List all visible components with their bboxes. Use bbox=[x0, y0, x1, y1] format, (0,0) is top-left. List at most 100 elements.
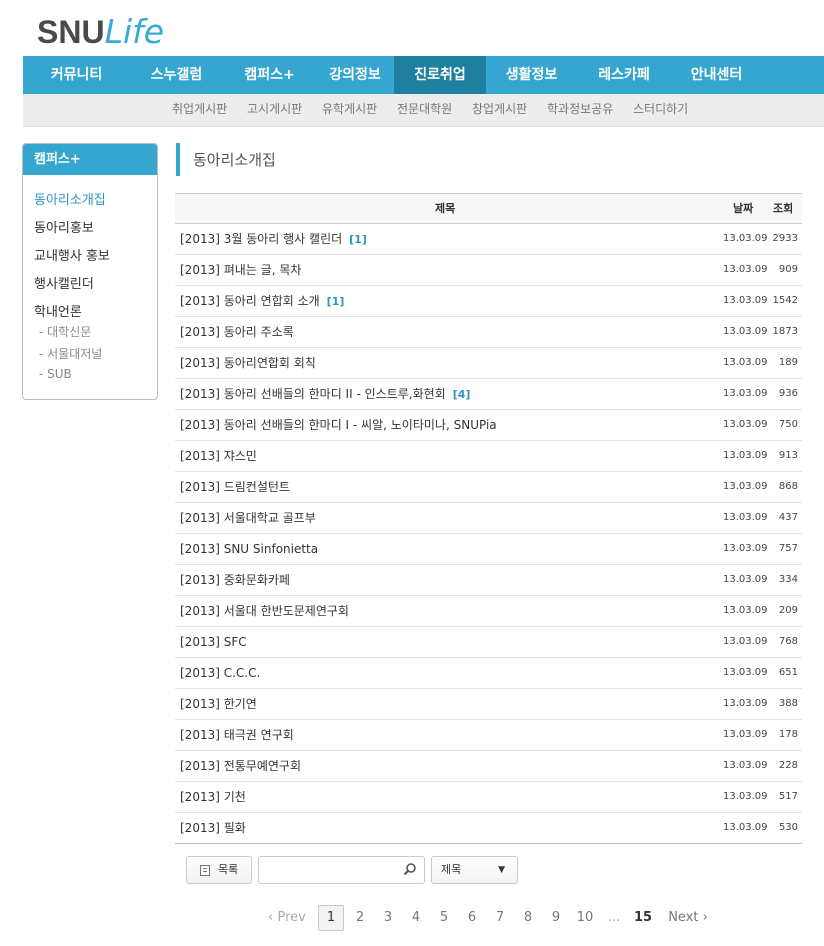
table-row[interactable]: [2013] 동아리 선배들의 한마디 I - 씨알, 노이타미나, SNUPi… bbox=[175, 410, 802, 441]
table-row[interactable]: [2013] 쟈스민 13.03.09 913 bbox=[175, 441, 802, 472]
nav-help-center[interactable]: 안내센터 bbox=[671, 56, 762, 94]
sidebar-item-event-promo[interactable]: 교내행사 홍보 bbox=[34, 245, 110, 264]
search-icon[interactable] bbox=[403, 862, 417, 876]
pager-page-7[interactable]: 7 bbox=[491, 905, 509, 931]
pager-next[interactable]: Next › bbox=[668, 905, 708, 931]
row-views: 189 bbox=[778, 357, 798, 368]
row-subject-text: [2013] 중화문화카페 bbox=[180, 573, 290, 587]
sidebar-item-event-calendar[interactable]: 행사캘린더 bbox=[34, 273, 94, 292]
nav-cafe[interactable]: 레스카페 bbox=[577, 56, 671, 94]
table-row[interactable]: [2013] 중화문화카페 13.03.09 334 bbox=[175, 565, 802, 596]
pager-page-5[interactable]: 5 bbox=[435, 905, 453, 931]
pagination: ‹ Prev 1 2 3 4 5 6 7 8 9 10 ... 15 Next … bbox=[0, 905, 824, 931]
table-row[interactable]: [2013] 드림컨설턴트 13.03.09 868 bbox=[175, 472, 802, 503]
table-row[interactable]: [2013] 필화 13.03.09 530 bbox=[175, 813, 802, 844]
row-subject[interactable]: [2013] 동아리 선배들의 한마디 I - 씨알, 노이타미나, SNUPi… bbox=[180, 410, 497, 440]
site-logo[interactable]: SNULife bbox=[37, 14, 164, 50]
nav-community[interactable]: 커뮤니티 bbox=[23, 56, 130, 94]
row-subject[interactable]: [2013] 서울대학교 골프부 bbox=[180, 503, 316, 533]
nav-gallery[interactable]: 스누갤럼 bbox=[130, 56, 223, 94]
table-row[interactable]: [2013] 태극권 연구회 13.03.09 178 bbox=[175, 720, 802, 751]
row-date: 13.03.09 bbox=[723, 636, 768, 647]
row-subject[interactable]: [2013] 펴내는 글, 목차 bbox=[180, 255, 301, 285]
row-subject[interactable]: [2013] 전통무예연구회 bbox=[180, 751, 301, 781]
pager-page-1[interactable]: 1 bbox=[318, 905, 344, 931]
subnav-grad-school[interactable]: 전문대학원 bbox=[397, 94, 452, 127]
table-row[interactable]: [2013] 동아리 주소록 13.03.09 1873 bbox=[175, 317, 802, 348]
nav-life-info[interactable]: 생활정보 bbox=[486, 56, 577, 94]
table-row[interactable]: [2013] 동아리 선배들의 한마디 II - 인스트루,화현회 [4] 13.0… bbox=[175, 379, 802, 410]
row-subject[interactable]: [2013] 3월 동아리 행사 캘린더 [1] bbox=[180, 224, 367, 255]
comment-count[interactable]: [4] bbox=[453, 388, 471, 401]
search-field-select[interactable]: 제목 ▼ bbox=[431, 856, 518, 884]
subnav-jobs[interactable]: 취업게시판 bbox=[172, 94, 227, 127]
table-row[interactable]: [2013] 서울대 한반도문제연구회 13.03.09 209 bbox=[175, 596, 802, 627]
row-subject[interactable]: [2013] 쟈스민 bbox=[180, 441, 257, 471]
row-subject[interactable]: [2013] 서울대 한반도문제연구회 bbox=[180, 596, 349, 626]
list-button[interactable]: 목록 bbox=[186, 856, 252, 884]
chevron-down-icon: ▼ bbox=[498, 865, 505, 875]
table-row[interactable]: [2013] 기천 13.03.09 517 bbox=[175, 782, 802, 813]
row-subject[interactable]: [2013] 동아리 주소록 bbox=[180, 317, 294, 347]
row-subject[interactable]: [2013] 동아리 선배들의 한마디 II - 인스트루,화현회 [4] bbox=[180, 379, 470, 410]
table-row[interactable]: [2013] 펴내는 글, 목차 13.03.09 909 bbox=[175, 255, 802, 286]
pager-page-4[interactable]: 4 bbox=[407, 905, 425, 931]
table-row[interactable]: [2013] 한기연 13.03.09 388 bbox=[175, 689, 802, 720]
pager-page-3[interactable]: 3 bbox=[379, 905, 397, 931]
row-subject-text: [2013] 전통무예연구회 bbox=[180, 759, 301, 773]
row-subject-text: [2013] 서울대학교 골프부 bbox=[180, 511, 316, 525]
table-row[interactable]: [2013] 동아리 연합회 소개 [1] 13.03.09 1542 bbox=[175, 286, 802, 317]
search-input[interactable] bbox=[263, 860, 399, 880]
sidebar-item-club-promo[interactable]: 동아리홍보 bbox=[34, 217, 94, 236]
sidebar-item-campus-press[interactable]: 학내언론 bbox=[34, 301, 82, 320]
row-views: 1873 bbox=[772, 326, 798, 337]
row-subject[interactable]: [2013] 드림컨설턴트 bbox=[180, 472, 290, 502]
row-subject[interactable]: [2013] 한기연 bbox=[180, 689, 257, 719]
pager-prev[interactable]: ‹ Prev bbox=[268, 905, 306, 931]
row-subject[interactable]: [2013] SFC bbox=[180, 627, 247, 657]
table-row[interactable]: [2013] SNU Sinfonietta 13.03.09 757 bbox=[175, 534, 802, 565]
row-subject[interactable]: [2013] C.C.C. bbox=[180, 658, 260, 688]
row-subject[interactable]: [2013] 동아리 연합회 소개 [1] bbox=[180, 286, 344, 317]
sidebar-item-club-intro[interactable]: 동아리소개집 bbox=[34, 189, 106, 208]
row-date: 13.03.09 bbox=[723, 791, 768, 802]
pager-page-10[interactable]: 10 bbox=[573, 905, 597, 931]
subnav-study[interactable]: 스터디하기 bbox=[633, 94, 688, 127]
row-subject[interactable]: [2013] 중화문화카페 bbox=[180, 565, 290, 595]
row-subject[interactable]: [2013] 동아리연합회 회칙 bbox=[180, 348, 316, 378]
row-subject-text: [2013] 서울대 한반도문제연구회 bbox=[180, 604, 349, 618]
pager-page-8[interactable]: 8 bbox=[519, 905, 537, 931]
pager-page-6[interactable]: 6 bbox=[463, 905, 481, 931]
sidebar-subitem-daehak-sinmun[interactable]: - 대학신문 bbox=[39, 323, 91, 340]
row-views: 936 bbox=[778, 388, 798, 399]
row-subject[interactable]: [2013] 필화 bbox=[180, 813, 246, 843]
row-date: 13.03.09 bbox=[723, 295, 768, 306]
table-row[interactable]: [2013] 전통무예연구회 13.03.09 228 bbox=[175, 751, 802, 782]
subnav-startup[interactable]: 창업게시판 bbox=[472, 94, 527, 127]
comment-count[interactable]: [1] bbox=[327, 295, 345, 308]
row-subject[interactable]: [2013] 태극권 연구회 bbox=[180, 720, 294, 750]
subnav-dept-info[interactable]: 학과정보공유 bbox=[547, 94, 613, 127]
subnav-exam[interactable]: 고시게시판 bbox=[247, 94, 302, 127]
row-subject-text: [2013] 동아리연합회 회칙 bbox=[180, 356, 316, 370]
logo-snu: SNU bbox=[37, 14, 105, 50]
row-subject[interactable]: [2013] SNU Sinfonietta bbox=[180, 534, 318, 564]
table-row[interactable]: [2013] 동아리연합회 회칙 13.03.09 189 bbox=[175, 348, 802, 379]
table-row[interactable]: [2013] SFC 13.03.09 768 bbox=[175, 627, 802, 658]
nav-lecture[interactable]: 강의정보 bbox=[316, 56, 394, 94]
pager-page-2[interactable]: 2 bbox=[351, 905, 369, 931]
table-row[interactable]: [2013] 서울대학교 골프부 13.03.09 437 bbox=[175, 503, 802, 534]
table-row[interactable]: [2013] C.C.C. 13.03.09 651 bbox=[175, 658, 802, 689]
row-subject[interactable]: [2013] 기천 bbox=[180, 782, 246, 812]
pager-page-9[interactable]: 9 bbox=[547, 905, 565, 931]
row-subject-text: [2013] 기천 bbox=[180, 790, 246, 804]
table-row[interactable]: [2013] 3월 동아리 행사 캘린더 [1] 13.03.09 2933 bbox=[175, 224, 802, 255]
sidebar-subitem-sub[interactable]: - SUB bbox=[39, 367, 72, 381]
nav-career[interactable]: 진로취업 bbox=[394, 56, 486, 94]
sidebar-subitem-seoul-journal[interactable]: - 서울대저널 bbox=[39, 345, 102, 362]
nav-campus[interactable]: 캠퍼스+ bbox=[223, 56, 316, 94]
pager-last-page[interactable]: 15 bbox=[631, 905, 655, 931]
subnav-abroad[interactable]: 유학게시판 bbox=[322, 94, 377, 127]
row-date: 13.03.09 bbox=[723, 388, 768, 399]
comment-count[interactable]: [1] bbox=[349, 233, 367, 246]
